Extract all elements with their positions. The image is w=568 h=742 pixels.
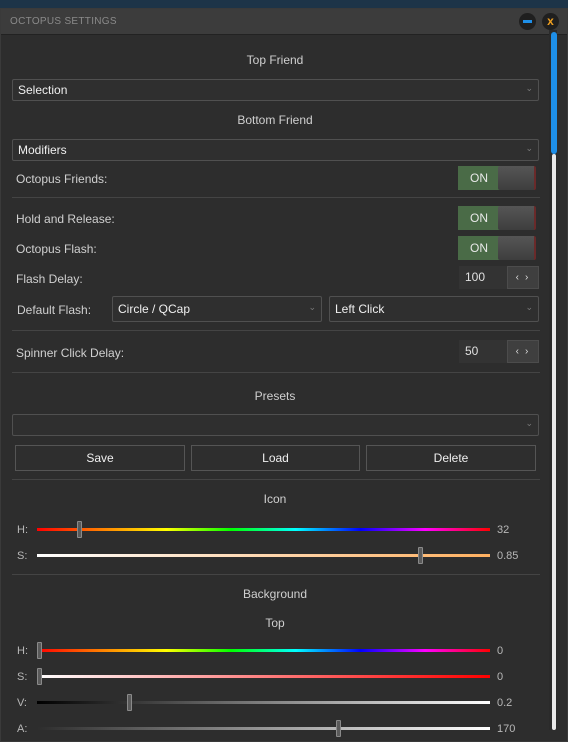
flash-delay-value[interactable]: 100 — [459, 266, 507, 289]
icon-s-value: 0.85 — [497, 550, 519, 562]
slider-thumb[interactable] — [335, 720, 341, 737]
icon-h-label: H: — [17, 524, 28, 536]
bg-v-value: 0.2 — [497, 697, 513, 709]
spinner-delay-stepper[interactable]: 50 ‹› — [459, 340, 539, 363]
hold-release-label: Hold and Release: — [16, 212, 115, 226]
divider — [12, 197, 540, 198]
bg-s-label: S: — [17, 671, 28, 683]
chevron-down-icon: ⌄ — [525, 83, 533, 93]
bg-a-label: A: — [17, 723, 28, 735]
flash-delay-label: Flash Delay: — [16, 272, 83, 286]
divider — [12, 479, 540, 480]
octopus-friends-label: Octopus Friends: — [16, 172, 108, 186]
flash-shape-select[interactable]: Circle / QCap ⌄ — [112, 296, 322, 322]
flash-shape-value: Circle / QCap — [118, 302, 191, 316]
bg-v-label: V: — [17, 697, 27, 709]
presets-select[interactable]: ⌄ — [12, 414, 539, 436]
icon-heading: Icon — [263, 492, 287, 506]
toggle-on-label: ON — [458, 206, 500, 230]
top-friend-value: Selection — [18, 83, 68, 97]
stepper-arrows-icon[interactable]: ‹› — [507, 266, 539, 289]
octopus-flash-label: Octopus Flash: — [16, 242, 97, 256]
bg-saturation-slider[interactable] — [37, 675, 490, 678]
spinner-delay-label: Spinner Click Delay: — [16, 346, 125, 360]
minimize-icon — [523, 20, 532, 23]
toggle-on-label: ON — [458, 166, 500, 190]
bg-s-value: 0 — [497, 671, 504, 683]
save-button[interactable]: Save — [15, 445, 185, 471]
scrollbar-thumb[interactable] — [551, 32, 557, 154]
bg-hue-slider[interactable] — [37, 649, 490, 652]
stepper-arrows-icon[interactable]: ‹› — [507, 340, 539, 363]
bg-a-value: 170 — [497, 723, 516, 735]
toggle-knob — [498, 236, 536, 260]
bg-h-label: H: — [17, 645, 28, 657]
slider-thumb[interactable] — [37, 668, 42, 685]
slider-thumb[interactable] — [77, 521, 83, 538]
slider-thumb[interactable] — [126, 694, 132, 711]
slider-thumb[interactable] — [417, 547, 423, 564]
icon-s-label: S: — [17, 550, 28, 562]
bottom-friend-select[interactable]: Modifiers ⌄ — [12, 139, 539, 161]
slider-thumb[interactable] — [37, 642, 42, 659]
delete-button[interactable]: Delete — [366, 445, 536, 471]
toggle-knob — [498, 166, 536, 190]
top-friend-heading: Top Friend — [246, 53, 304, 67]
desktop-strip — [0, 0, 568, 8]
toggle-on-label: ON — [458, 236, 500, 260]
divider — [12, 372, 540, 373]
chevron-down-icon: ⌄ — [525, 302, 533, 312]
flash-delay-stepper[interactable]: 100 ‹› — [459, 266, 539, 289]
background-top-heading: Top — [265, 616, 285, 630]
chevron-down-icon: ⌄ — [525, 143, 533, 153]
bottom-friend-value: Modifiers — [18, 143, 67, 157]
toggle-knob — [498, 206, 536, 230]
divider — [12, 330, 540, 331]
flash-click-select[interactable]: Left Click ⌄ — [329, 296, 539, 322]
default-flash-label: Default Flash: — [17, 303, 92, 317]
top-friend-select[interactable]: Selection ⌄ — [12, 79, 539, 101]
octopus-flash-toggle[interactable]: ON — [458, 236, 538, 260]
bg-h-value: 0 — [497, 645, 504, 657]
load-button[interactable]: Load — [191, 445, 360, 471]
chevron-down-icon: ⌄ — [525, 418, 533, 428]
bg-value-slider[interactable] — [37, 701, 490, 704]
hold-release-toggle[interactable]: ON — [458, 206, 538, 230]
bottom-friend-heading: Bottom Friend — [237, 113, 313, 127]
octopus-friends-toggle[interactable]: ON — [458, 166, 538, 190]
background-heading: Background — [242, 587, 308, 601]
icon-hue-slider[interactable] — [37, 528, 490, 531]
spinner-delay-value[interactable]: 50 — [459, 340, 507, 363]
scrollbar-rail[interactable] — [552, 154, 556, 730]
chevron-down-icon: ⌄ — [308, 302, 316, 312]
presets-heading: Presets — [254, 389, 296, 403]
flash-click-value: Left Click — [335, 302, 385, 316]
close-icon: x — [547, 14, 554, 28]
icon-h-value: 32 — [497, 524, 510, 536]
divider — [12, 574, 540, 575]
window-title: OCTOPUS SETTINGS — [10, 16, 117, 27]
bg-alpha-slider[interactable] — [37, 727, 490, 730]
